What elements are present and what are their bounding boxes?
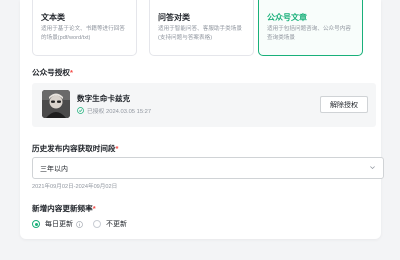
radio-daily-update[interactable]: 每日更新 xyxy=(32,219,83,229)
source-card-qa[interactable]: 问答对类 适用于智能问答、客服助手类场景(支持问题与答案表格) xyxy=(149,0,254,56)
source-type-cards: 文本类 适用于基于论文、书籍等进行回答的场景(pdf/word/txt) 问答对… xyxy=(32,0,372,56)
account-avatar xyxy=(42,90,70,118)
history-period-label: 历史发布内容获取时间段* xyxy=(32,144,119,153)
info-icon[interactable] xyxy=(76,220,83,228)
required-mark: * xyxy=(69,68,73,77)
source-card-wechat-article[interactable]: 公众号文章 适用于包括问题咨询、公众号内容查询类场景 xyxy=(258,0,363,56)
authorized-account-card: 数字生命卡兹克 已授权 2024.03.05 15:27 解除授权 xyxy=(32,83,376,127)
radio-button-checked[interactable] xyxy=(32,220,40,228)
required-mark: * xyxy=(92,204,96,213)
card-description: 适用于基于论文、书籍等进行回答的场景(pdf/word/txt) xyxy=(41,26,125,41)
source-card-text[interactable]: 文本类 适用于基于论文、书籍等进行回答的场景(pdf/word/txt) xyxy=(32,0,137,56)
radio-no-update[interactable]: 不更新 xyxy=(93,219,127,229)
unbind-button[interactable]: 解除授权 xyxy=(320,96,368,113)
card-title: 公众号文章 xyxy=(267,13,307,22)
radio-label: 每日更新 xyxy=(45,221,73,228)
auth-status: 已授权 2024.03.05 15:27 xyxy=(77,106,151,115)
update-frequency-radio-group: 每日更新 不更新 xyxy=(32,219,137,229)
radio-button-unchecked[interactable] xyxy=(93,220,101,228)
select-value: 三年以内 xyxy=(40,166,68,173)
date-range-hint: 2021年09月02日-2024年09月02日 xyxy=(32,184,118,190)
radio-label: 不更新 xyxy=(106,221,127,228)
account-name: 数字生命卡兹克 xyxy=(77,94,131,103)
card-description: 适用于智能问答、客服助手类场景(支持问题与答案表格) xyxy=(158,26,242,41)
update-frequency-label: 新增内容更新频率* xyxy=(32,204,96,213)
chevron-down-icon xyxy=(369,164,376,173)
required-mark: * xyxy=(115,144,119,153)
check-circle-icon xyxy=(77,107,84,114)
card-title: 问答对类 xyxy=(158,13,190,22)
history-period-select[interactable]: 三年以内 xyxy=(32,157,384,179)
knowledge-base-form: 文本类 适用于基于论文、书籍等进行回答的场景(pdf/word/txt) 问答对… xyxy=(20,0,384,239)
card-description: 适用于包括问题咨询、公众号内容查询类场景 xyxy=(267,26,351,41)
auth-label: 公众号授权* xyxy=(32,68,73,77)
card-title: 文本类 xyxy=(41,13,65,22)
auth-status-text: 已授权 2024.03.05 15:27 xyxy=(87,109,152,115)
